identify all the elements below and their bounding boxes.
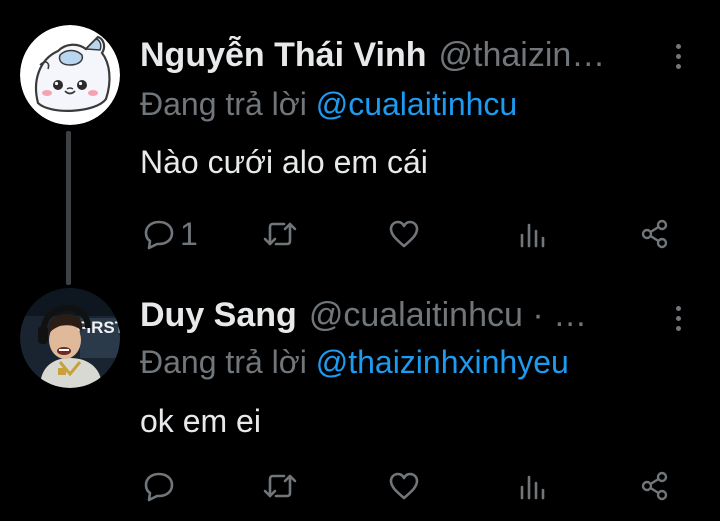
avatar[interactable]: FIRST bbox=[20, 288, 120, 388]
replying-to: Đang trả lời @thaizinhxinhyeu bbox=[140, 344, 569, 381]
photo-avatar-image: FIRST bbox=[20, 288, 120, 388]
retweet-icon bbox=[263, 474, 297, 498]
tweet-header: Duy Sang @cualaitinhcu · … bbox=[140, 296, 660, 335]
cartoon-avatar-image bbox=[20, 25, 120, 125]
more-vertical-icon[interactable] bbox=[670, 38, 686, 74]
retweet-button[interactable] bbox=[262, 466, 298, 506]
like-button[interactable] bbox=[387, 214, 421, 254]
share-icon bbox=[641, 471, 668, 501]
share-button[interactable] bbox=[638, 466, 672, 506]
like-button[interactable] bbox=[387, 466, 421, 506]
tweet[interactable]: Nguyễn Thái Vinh @thaizin… Đang trả lời … bbox=[0, 0, 720, 288]
comment-icon bbox=[144, 472, 174, 502]
tweet-header: Nguyễn Thái Vinh @thaizin… bbox=[140, 36, 660, 75]
views-button[interactable] bbox=[515, 214, 549, 254]
analytics-icon bbox=[520, 223, 545, 248]
reply-button[interactable]: 1 bbox=[142, 214, 198, 254]
retweet-button[interactable] bbox=[262, 214, 298, 254]
tweet-actions: 1 bbox=[0, 214, 720, 254]
user-handle[interactable]: @cualaitinhcu · … bbox=[309, 296, 587, 335]
analytics-icon bbox=[520, 475, 545, 500]
user-handle[interactable]: @thaizin… bbox=[439, 36, 606, 75]
share-icon bbox=[641, 219, 668, 249]
tweet-text: ok em ei bbox=[140, 403, 261, 439]
thread-connector-line bbox=[66, 131, 71, 285]
heart-icon bbox=[389, 220, 419, 248]
replying-to-link[interactable]: @cualaitinhcu bbox=[316, 86, 517, 122]
reply-button[interactable] bbox=[142, 466, 180, 506]
conversation-thread: Nguyễn Thái Vinh @thaizin… Đang trả lời … bbox=[0, 0, 720, 521]
tweet-actions bbox=[0, 466, 720, 506]
more-vertical-icon[interactable] bbox=[670, 300, 686, 336]
replying-to-link[interactable]: @thaizinhxinhyeu bbox=[316, 344, 569, 380]
reply-count: 1 bbox=[180, 216, 198, 252]
tweet-text: Nào cưới alo em cái bbox=[140, 144, 428, 180]
replying-to-prefix: Đang trả lời bbox=[140, 344, 316, 380]
replying-to-prefix: Đang trả lời bbox=[140, 86, 316, 122]
avatar[interactable] bbox=[20, 25, 120, 125]
display-name[interactable]: Duy Sang bbox=[140, 296, 297, 335]
heart-icon bbox=[389, 472, 419, 500]
display-name[interactable]: Nguyễn Thái Vinh bbox=[140, 36, 427, 75]
retweet-icon bbox=[263, 222, 297, 246]
replying-to: Đang trả lời @cualaitinhcu bbox=[140, 86, 517, 123]
comment-icon bbox=[144, 220, 174, 250]
avatar-caption: FIRST bbox=[76, 318, 120, 337]
tweet[interactable]: FIRST Duy Sang @cualaitinhcu · … Đang tr bbox=[0, 288, 720, 521]
views-button[interactable] bbox=[515, 466, 549, 506]
share-button[interactable] bbox=[638, 214, 672, 254]
